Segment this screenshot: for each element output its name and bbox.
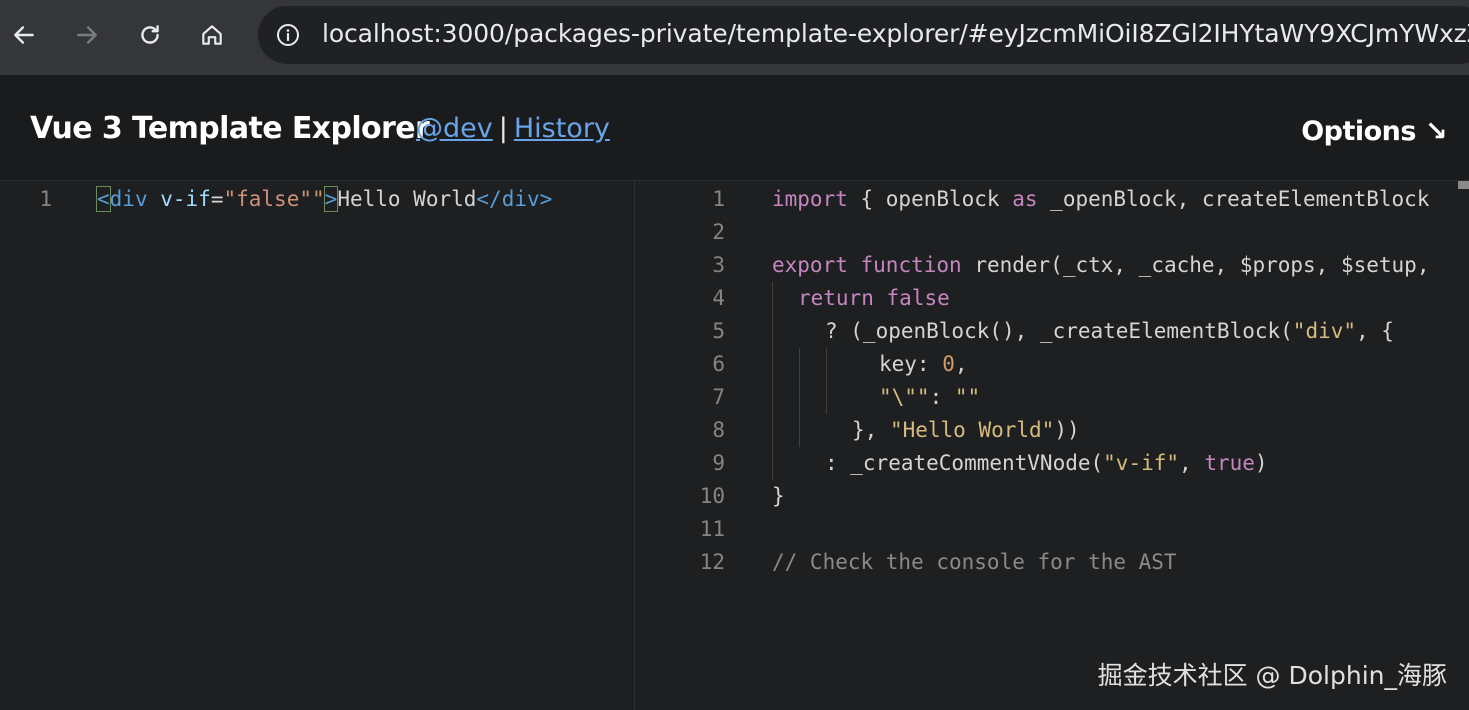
code-line[interactable]: : _createCommentVNode("v-if", true) — [825, 447, 1268, 480]
code-line[interactable]: import { openBlock as _openBlock, create… — [772, 183, 1429, 216]
code-line[interactable]: export function render(_ctx, _cache, $pr… — [772, 249, 1429, 282]
line-number: 1 — [712, 187, 725, 211]
arrow-left-icon — [14, 26, 34, 44]
line-number: 2 — [712, 220, 725, 244]
home-button[interactable] — [190, 12, 234, 58]
reload-icon — [141, 25, 159, 44]
code-line[interactable]: <div v-if="false"">Hello World</div> — [96, 183, 552, 216]
forward-button[interactable] — [65, 12, 109, 58]
arrow-right-icon — [77, 26, 97, 44]
dev-link[interactable]: @dev — [416, 113, 493, 144]
code-line[interactable]: key: 0, — [879, 348, 968, 381]
code-line[interactable]: } — [772, 480, 785, 513]
options-toggle[interactable]: Options ↘ — [1301, 116, 1447, 147]
history-link[interactable]: History — [514, 113, 610, 144]
line-number: 12 — [699, 550, 725, 574]
line-number: 3 — [712, 253, 725, 277]
line-number: 11 — [699, 517, 725, 541]
watermark: 掘金技术社区 @ Dolphin_海豚 — [1097, 661, 1447, 690]
code-line[interactable]: // Check the console for the AST — [772, 546, 1177, 579]
reload-button[interactable] — [128, 12, 172, 58]
code-line[interactable]: }, "Hello World")) — [852, 414, 1080, 447]
right-scrollbar[interactable] — [1458, 181, 1469, 189]
link-separator: | — [498, 113, 508, 144]
output-editor[interactable]: 1 2 3 4 5 6 7 8 9 10 11 12 import { open… — [635, 181, 1469, 710]
code-line[interactable]: ? (_openBlock(), _createElementBlock("di… — [825, 315, 1394, 348]
line-number: 8 — [712, 418, 725, 442]
template-editor[interactable]: 1 <div v-if="false"">Hello World</div> — [0, 181, 634, 710]
home-icon — [202, 25, 222, 45]
line-number: 6 — [712, 352, 725, 376]
line-number: 1 — [39, 187, 52, 211]
line-number: 10 — [699, 484, 725, 508]
back-button[interactable] — [2, 12, 46, 58]
site-info-icon[interactable] — [276, 23, 300, 47]
page-title: Vue 3 Template Explorer — [30, 111, 430, 146]
indent-guide — [799, 348, 800, 447]
line-number: 5 — [712, 319, 725, 343]
line-number: 9 — [712, 451, 725, 475]
header-links: @dev | History — [416, 113, 610, 144]
url-text[interactable]: localhost:3000/packages-private/template… — [322, 19, 1469, 48]
line-number: 4 — [712, 286, 725, 310]
code-line[interactable]: "\"": "" — [879, 381, 980, 414]
line-number: 7 — [712, 385, 725, 409]
indent-guide — [772, 282, 773, 480]
code-line[interactable]: return false — [798, 282, 950, 315]
indent-guide — [826, 348, 827, 414]
